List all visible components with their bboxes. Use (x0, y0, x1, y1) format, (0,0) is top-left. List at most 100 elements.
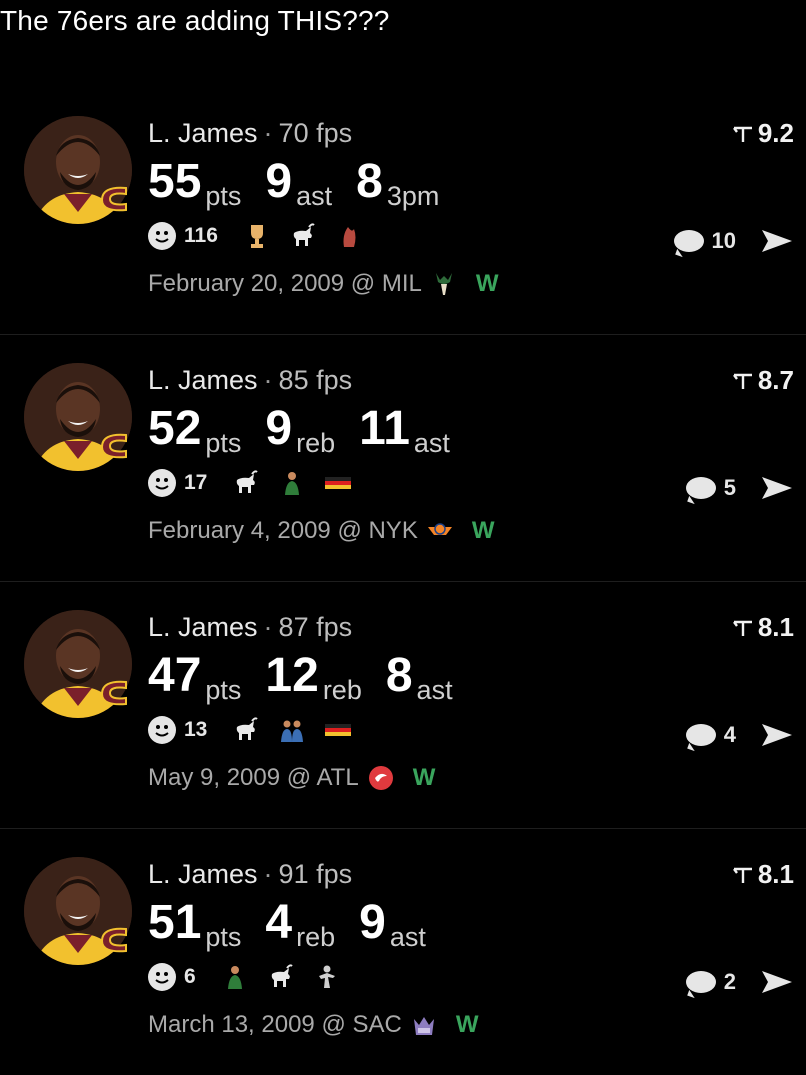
rating-icon (732, 126, 752, 142)
player-name[interactable]: L. James (148, 118, 258, 148)
reaction-count: 6 (184, 965, 196, 988)
knicks-logo-icon (426, 517, 454, 545)
comments[interactable]: 4 (685, 722, 794, 748)
cavs-badge-icon (100, 186, 127, 212)
comment-count: 10 (711, 228, 736, 253)
comment-count: 5 (723, 475, 736, 500)
stat-line: 55 pts 9 ast 8 3pm (148, 154, 463, 211)
stat-line: 47 pts 12 reb 8 ast (148, 648, 477, 705)
stat-value: 9 (265, 402, 293, 455)
game-meta: May 9, 2009 @ ATL W (148, 764, 435, 792)
stat-value: 9 (265, 155, 293, 208)
dunk-icon[interactable] (312, 962, 342, 992)
rating: 8.1 (732, 612, 794, 643)
rating-icon (732, 620, 752, 636)
stat-value: 8 (385, 649, 413, 702)
fps-value: 87 fps (278, 612, 353, 642)
flag-icon[interactable] (323, 468, 353, 498)
rating-value: 8.1 (757, 612, 794, 642)
player-name[interactable]: L. James (148, 859, 258, 889)
rating: 8.1 (732, 859, 794, 890)
result-badge: W (471, 517, 495, 544)
reaction-count: 116 (184, 224, 218, 247)
stat-value: 47 (148, 649, 202, 702)
send-icon[interactable] (760, 722, 794, 748)
player-name[interactable]: L. James (148, 612, 258, 642)
post-header: L. James · 87 fps (148, 612, 353, 642)
result-badge: W (412, 764, 436, 791)
game-date: May 9, 2009 @ ATL (148, 764, 359, 791)
people-icon[interactable] (277, 715, 307, 745)
cavs-badge-icon (100, 433, 127, 459)
stat-unit: pts (205, 675, 242, 705)
post-caption: The 76ers are adding THIS??? (0, 5, 390, 36)
send-icon[interactable] (760, 228, 794, 254)
comments[interactable]: 10 (673, 228, 794, 254)
rating-value: 9.2 (757, 118, 794, 148)
trophy-icon[interactable] (242, 221, 272, 251)
stat-value: 11 (359, 402, 410, 455)
comments[interactable]: 5 (685, 475, 794, 501)
game-card-4[interactable]: L. James · 91 fps 51 pts 4 reb 9 ast 6 March 13… (0, 829, 806, 1075)
stat-value: 55 (148, 155, 202, 208)
comments[interactable]: 2 (685, 969, 794, 995)
fire-fist-icon[interactable] (334, 221, 364, 251)
rating: 9.2 (732, 118, 794, 149)
player-name[interactable]: L. James (148, 365, 258, 395)
person-icon[interactable] (220, 962, 250, 992)
game-meta: February 20, 2009 @ MIL W (148, 270, 499, 298)
game-card-3[interactable]: L. James · 87 fps 47 pts 12 reb 8 ast 13 May 9,… (0, 582, 806, 829)
comment-icon[interactable] (685, 477, 716, 499)
stat-unit: reb (296, 428, 336, 458)
stat-line: 52 pts 9 reb 11 ast (148, 401, 474, 458)
post-header: L. James · 85 fps (148, 365, 353, 395)
person-icon[interactable] (277, 468, 307, 498)
post-header: L. James · 70 fps (148, 118, 353, 148)
stat-value: 12 (265, 649, 319, 702)
rating-icon (732, 867, 752, 883)
cavs-badge-icon (100, 680, 127, 706)
result-badge: W (455, 1011, 479, 1038)
rating-value: 8.1 (757, 859, 794, 889)
game-date: March 13, 2009 @ SAC (148, 1011, 402, 1038)
comment-icon[interactable] (685, 724, 716, 746)
stat-line: 51 pts 4 reb 9 ast (148, 895, 450, 952)
smiley-icon[interactable] (148, 963, 176, 991)
reaction-count: 17 (184, 471, 208, 494)
stat-unit: reb (296, 922, 336, 952)
flag-icon[interactable] (323, 715, 353, 745)
reactions-row: 17 (148, 468, 353, 498)
fps-value: 70 fps (278, 118, 353, 148)
send-icon[interactable] (760, 969, 794, 995)
goat-icon[interactable] (266, 962, 296, 992)
comment-count: 2 (723, 969, 736, 994)
goat-icon[interactable] (231, 715, 261, 745)
reactions-row: 13 (148, 715, 353, 745)
rating: 8.7 (732, 365, 794, 396)
comment-icon[interactable] (673, 230, 704, 252)
stat-unit: 3pm (386, 181, 440, 211)
game-card-2[interactable]: L. James · 85 fps 52 pts 9 reb 11 ast 17 Februa… (0, 335, 806, 582)
goat-icon[interactable] (231, 468, 261, 498)
stat-unit: pts (205, 922, 242, 952)
fps-value: 91 fps (278, 859, 353, 889)
rating-icon (732, 373, 752, 389)
stat-value: 4 (265, 896, 293, 949)
kings-logo-icon (410, 1011, 438, 1039)
game-date: February 20, 2009 @ MIL (148, 270, 422, 297)
send-icon[interactable] (760, 475, 794, 501)
stat-value: 9 (359, 896, 386, 949)
smiley-icon[interactable] (148, 716, 176, 744)
smiley-icon[interactable] (148, 222, 176, 250)
stat-value: 8 (356, 155, 383, 208)
stat-value: 51 (148, 896, 202, 949)
rating-value: 8.7 (757, 365, 794, 395)
bucks-logo-icon (430, 270, 458, 298)
stat-unit: pts (205, 428, 242, 458)
goat-icon[interactable] (288, 221, 318, 251)
comment-icon[interactable] (685, 971, 716, 993)
result-badge: W (475, 270, 499, 297)
game-card-1[interactable]: L. James · 70 fps 55 pts 9 ast 8 3pm 116 Februa… (0, 88, 806, 335)
smiley-icon[interactable] (148, 469, 176, 497)
stat-unit: pts (205, 181, 242, 211)
